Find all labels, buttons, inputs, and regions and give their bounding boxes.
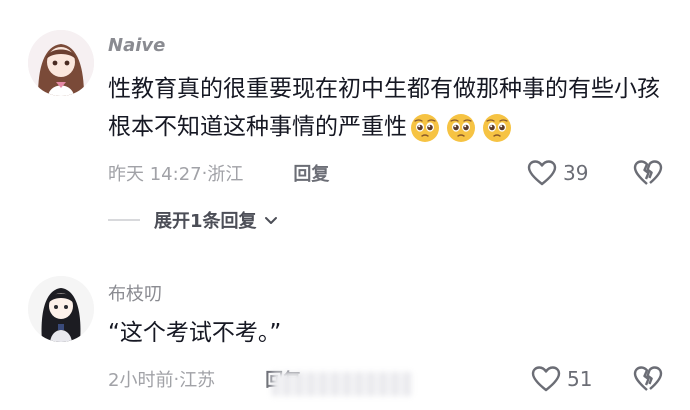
like-count: 39 (563, 161, 589, 185)
comment-text: “这个考试不考。” (108, 320, 282, 346)
expand-replies-label: 展开1条回复 (154, 211, 257, 232)
emoji-group (409, 112, 513, 144)
pleading-face-icon (447, 113, 475, 142)
pleading-face-icon (411, 113, 439, 142)
reply-button[interactable]: 回复 (293, 160, 329, 186)
chevron-down-icon (264, 217, 277, 224)
username[interactable]: 布枝叨 (108, 280, 162, 306)
comment-location: 江苏 (179, 370, 216, 391)
expand-replies-button[interactable]: 展开1条回复 (108, 207, 279, 233)
broken-heart-icon[interactable] (633, 159, 663, 187)
comment-time: 昨天 14:27 (108, 164, 202, 185)
comment-item: 布枝叨 “这个考试不考。” 2小时前 · 江苏 回复 51 (0, 262, 690, 410)
comment-time: 2小时前 (108, 370, 174, 391)
like-button[interactable]: 51 (531, 365, 592, 393)
comment-text-content: 性教育真的很重要现在初中生都有做那种事的有些小孩根本不知道这种事情的严重性 (108, 76, 660, 140)
divider (108, 219, 140, 221)
comment-text: 性教育真的很重要现在初中生都有做那种事的有些小孩根本不知道这种事情的严重性 (108, 70, 668, 146)
heart-outline-icon (527, 160, 557, 186)
like-count: 51 (567, 367, 593, 391)
broken-heart-icon[interactable] (633, 365, 663, 393)
comment-meta: 昨天 14:27 · 浙江 回复 (108, 160, 329, 186)
username[interactable]: Naive (108, 35, 165, 56)
like-button[interactable]: 39 (527, 159, 588, 187)
heart-outline-icon (531, 366, 561, 392)
blurred-overlay (272, 372, 412, 396)
comment-item: Naive 性教育真的很重要现在初中生都有做那种事的有些小孩根本不知道这种事情的… (0, 0, 690, 250)
pleading-face-icon (483, 113, 511, 142)
comment-location: 浙江 (207, 164, 244, 185)
avatar[interactable] (28, 30, 94, 96)
avatar[interactable] (28, 276, 94, 342)
